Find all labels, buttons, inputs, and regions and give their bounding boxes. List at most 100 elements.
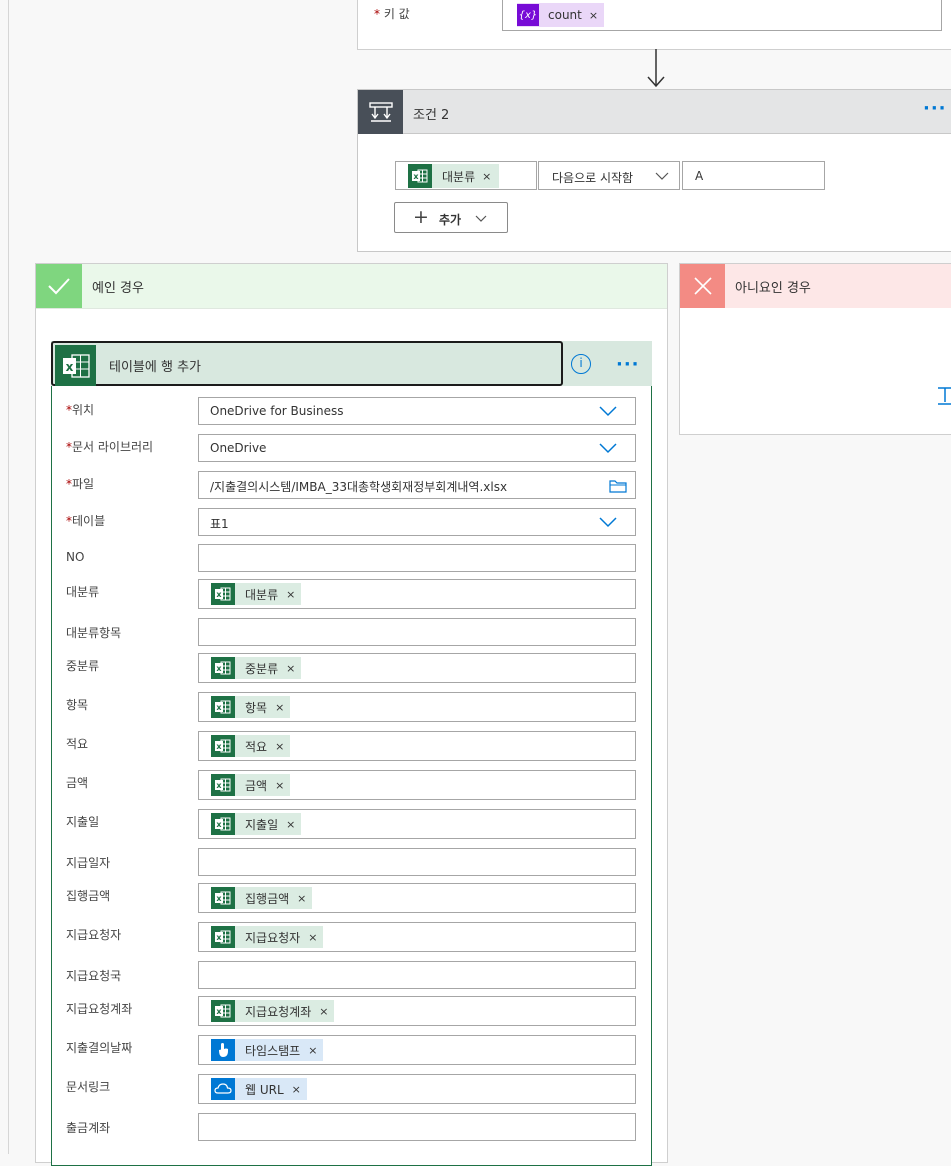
category-token[interactable]: x 대분류 × [408,164,500,188]
dynamic-content-token[interactable]: x 중분류 × [211,657,302,679]
remove-token-icon[interactable]: × [286,818,295,831]
canvas-connector-line [8,0,9,1154]
excel-icon: x [211,583,235,605]
field-7-input[interactable] [198,618,636,646]
field-7-label: 대분류항목 [66,626,122,640]
dynamic-content-token[interactable]: x 대분류 × [211,583,302,605]
info-icon[interactable]: i [571,354,591,374]
field-10-input[interactable]: x 적요 × [198,731,636,761]
field-9-label: 항목 [66,698,89,712]
dynamic-content-token[interactable]: x 금액 × [211,774,291,796]
svg-text:x: x [413,172,419,181]
field-4-input[interactable]: 표1 [198,508,636,536]
remove-token-icon[interactable]: × [275,779,284,792]
excel-icon: x [408,164,432,188]
count-token[interactable]: {x} count × [517,3,605,27]
condition-icon [358,90,403,134]
field-11-input[interactable]: x 금액 × [198,770,636,800]
remove-token-icon[interactable]: × [275,740,284,753]
yes-branch-title: 예인 경우 [92,281,144,296]
operator-dropdown[interactable]: 다음으로 시작함 [538,161,680,190]
dynamic-content-token[interactable]: x 지급요청계좌 × [211,1000,335,1022]
no-branch-header: 아니요인 경우 [680,264,951,308]
condition-header[interactable]: 조건 2 ··· [357,89,951,134]
excel-icon: x [211,887,235,909]
svg-text:x: x [216,703,222,712]
remove-token-icon[interactable]: × [297,892,306,905]
dynamic-content-token[interactable]: x 지출일 × [211,813,302,835]
field-16-label: 지급요청국 [66,969,122,983]
chevron-down-icon [655,172,669,180]
condition-left-operand[interactable]: x 대분류 × [395,161,537,190]
action-header[interactable]: x 테이블에 행 추가 [51,341,563,386]
field-19-input[interactable]: 웹 URL × [198,1074,636,1104]
variable-icon: {x} [517,4,539,26]
dynamic-content-token[interactable]: 웹 URL × [211,1078,307,1100]
add-condition-button[interactable]: + 추가 [394,202,508,233]
field-18-input[interactable]: 타임스탬프 × [198,1035,636,1065]
dynamic-content-token[interactable]: x 항목 × [211,696,291,718]
remove-token-icon[interactable]: × [319,1005,328,1018]
close-icon [680,264,725,308]
excel-icon: x [211,696,235,718]
action-more-icon[interactable]: ··· [616,354,640,375]
remove-token-icon[interactable]: × [292,1083,301,1096]
field-6-input[interactable]: x 대분류 × [198,579,636,609]
condition-body: x 대분류 × 다음으로 시작함 A + 추가 [357,134,951,252]
dynamic-content-token[interactable]: x 지급요청자 × [211,926,324,948]
field-3-input[interactable]: /지출결의시스템/IMBA_33대총학생회재정부회계내역.xlsx [198,471,636,499]
field-15-input[interactable]: x 지급요청자 × [198,922,636,952]
field-13-label: 지급일자 [66,856,111,870]
field-20-input[interactable] [198,1113,636,1141]
remove-token-icon[interactable]: × [482,170,491,183]
chevron-down-icon[interactable] [599,443,617,454]
field-14-input[interactable]: x 집행금액 × [198,883,636,913]
excel-icon: x [211,813,235,835]
remove-token-icon[interactable]: × [286,662,295,675]
remove-token-icon[interactable]: × [286,588,295,601]
excel-icon: x [211,735,235,757]
svg-text:x: x [216,1007,222,1016]
excel-icon: x [211,774,235,796]
dynamic-content-token[interactable]: 타임스탬프 × [211,1039,324,1061]
dynamic-content-token[interactable]: x 집행금액 × [211,887,313,909]
field-10-label: 적요 [66,737,89,751]
folder-icon[interactable] [609,479,627,493]
dynamic-content-token[interactable]: x 적요 × [211,735,291,757]
remove-token-icon[interactable]: × [589,9,598,22]
field-15-label: 지급요청자 [66,928,122,942]
excel-icon: x [211,1000,235,1022]
svg-text:x: x [216,590,222,599]
field-14-label: 집행금액 [66,889,111,903]
remove-token-icon[interactable]: × [308,931,317,944]
chevron-down-icon[interactable] [599,517,617,528]
add-action-icon[interactable] [938,385,951,407]
remove-token-icon[interactable]: × [308,1044,317,1057]
field-17-label: 지급요청계좌 [66,1002,133,1016]
chevron-down-icon[interactable] [599,406,617,417]
remove-token-icon[interactable]: × [275,701,284,714]
arrow-down-icon [647,49,665,88]
previous-action-card: * 키 값 {x} count × [357,0,951,50]
field-9-input[interactable]: x 항목 × [198,692,636,722]
svg-text:x: x [216,820,222,829]
no-branch: 아니요인 경우 [679,263,951,435]
chevron-down-icon [475,215,487,222]
field-2-input[interactable]: OneDrive [198,434,636,462]
field-16-input[interactable] [198,961,636,989]
key-value-label: * 키 값 [374,7,410,21]
field-1-input[interactable]: OneDrive for Business [198,397,636,425]
svg-text:x: x [216,894,222,903]
excel-icon: x [55,345,96,386]
no-branch-title: 아니요인 경우 [735,281,811,296]
field-13-input[interactable] [198,848,636,876]
key-value-input[interactable]: {x} count × [502,0,942,31]
field-17-input[interactable]: x 지급요청계좌 × [198,996,636,1026]
condition-more-icon[interactable]: ··· [923,98,947,119]
field-5-input[interactable] [198,544,636,572]
field-12-input[interactable]: x 지출일 × [198,809,636,839]
field-8-input[interactable]: x 중분류 × [198,653,636,683]
field-3-label: *파일 [66,477,95,491]
condition-value-input[interactable]: A [682,161,825,190]
field-11-label: 금액 [66,776,89,790]
